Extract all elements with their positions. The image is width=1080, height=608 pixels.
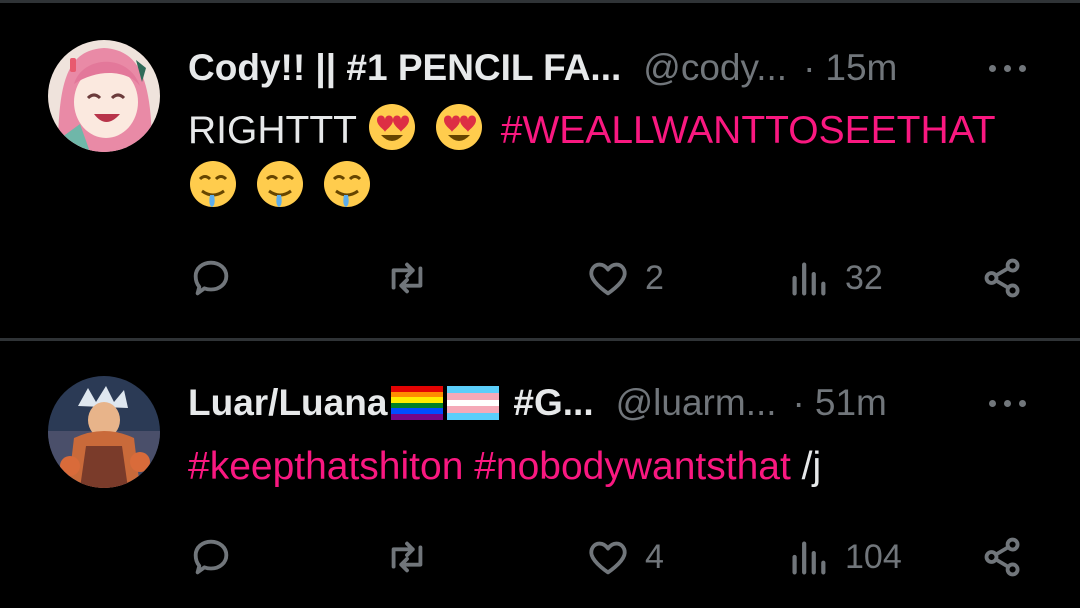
tweet-plain-text: /j: [801, 445, 822, 488]
views-button[interactable]: 104: [785, 527, 902, 587]
more-icon[interactable]: [985, 378, 1030, 428]
separator-dot: ·: [792, 382, 805, 423]
rainbow-flag-icon: [391, 386, 444, 420]
timestamp[interactable]: 15m: [825, 47, 897, 89]
like-button[interactable]: 2: [585, 248, 664, 308]
user-handle[interactable]: @cody...: [643, 47, 787, 89]
reply-icon: [193, 260, 229, 296]
display-name[interactable]: Cody!! || #1 PENCIL FA...: [188, 47, 621, 89]
tweet-2[interactable]: Luar/Luana #G... @luarm... · 51m #keepth…: [0, 341, 1080, 608]
retweet-icon: [391, 262, 423, 294]
separator-dot: ·: [803, 47, 816, 88]
share-icon: [984, 258, 1020, 298]
tweet-header: Cody!! || #1 PENCIL FA... @cody... · 15m: [188, 43, 1040, 93]
transgender-flag-icon: [447, 386, 500, 420]
views-button[interactable]: 32: [785, 248, 883, 308]
action-bar: 4 104: [0, 527, 1080, 587]
share-icon: [984, 537, 1020, 577]
tweet-text: RIGHTTT #WEALLWANTTOSEETHAT: [188, 102, 1040, 216]
tweet-text: #keepthatshiton #nobodywantsthat /j: [188, 439, 1040, 495]
like-button[interactable]: 4: [585, 527, 664, 587]
avatar-anime-girl-icon: [48, 40, 160, 152]
drooling-emoji-icon: [323, 161, 370, 207]
retweet-button[interactable]: [384, 527, 430, 587]
drooling-emoji-icon: [190, 161, 236, 207]
views-count: 104: [845, 537, 902, 576]
tweet-plain-text: RIGHTTT: [188, 109, 357, 152]
like-count: 2: [645, 258, 664, 297]
drooling-emoji-icon: [256, 161, 303, 207]
display-name[interactable]: Luar/Luana: [188, 382, 387, 424]
user-handle[interactable]: @luarm...: [616, 382, 777, 424]
share-button[interactable]: [980, 248, 1026, 308]
heart-eyes-emoji-icon: [369, 104, 416, 150]
reply-button[interactable]: [188, 527, 234, 587]
heart-eyes-emoji-icon: [435, 104, 482, 150]
timestamp[interactable]: 51m: [815, 382, 887, 424]
heart-icon: [589, 262, 627, 296]
hashtag-link[interactable]: #nobodywantsthat: [474, 445, 791, 488]
views-icon: [792, 262, 826, 296]
more-icon[interactable]: [985, 43, 1030, 93]
views-icon: [792, 541, 826, 575]
display-name-suffix[interactable]: #G...: [513, 382, 593, 424]
tweet-header: Luar/Luana #G... @luarm... · 51m: [188, 378, 1040, 428]
share-button[interactable]: [980, 527, 1026, 587]
like-count: 4: [645, 537, 664, 576]
reply-button[interactable]: [188, 248, 234, 308]
retweet-button[interactable]: [384, 248, 430, 308]
avatar[interactable]: [48, 40, 160, 152]
views-count: 32: [845, 258, 883, 297]
heart-icon: [589, 541, 627, 575]
hashtag-link[interactable]: #keepthatshiton: [188, 445, 463, 488]
hashtag-link[interactable]: #WEALLWANTTOSEETHAT: [501, 109, 996, 152]
tweet-1[interactable]: Cody!! || #1 PENCIL FA... @cody... · 15m…: [0, 0, 1080, 336]
reply-icon: [193, 539, 229, 575]
action-bar: 2 32: [0, 248, 1080, 308]
retweet-icon: [391, 541, 423, 573]
avatar[interactable]: [48, 376, 160, 488]
avatar-fighter-icon: [48, 376, 160, 488]
